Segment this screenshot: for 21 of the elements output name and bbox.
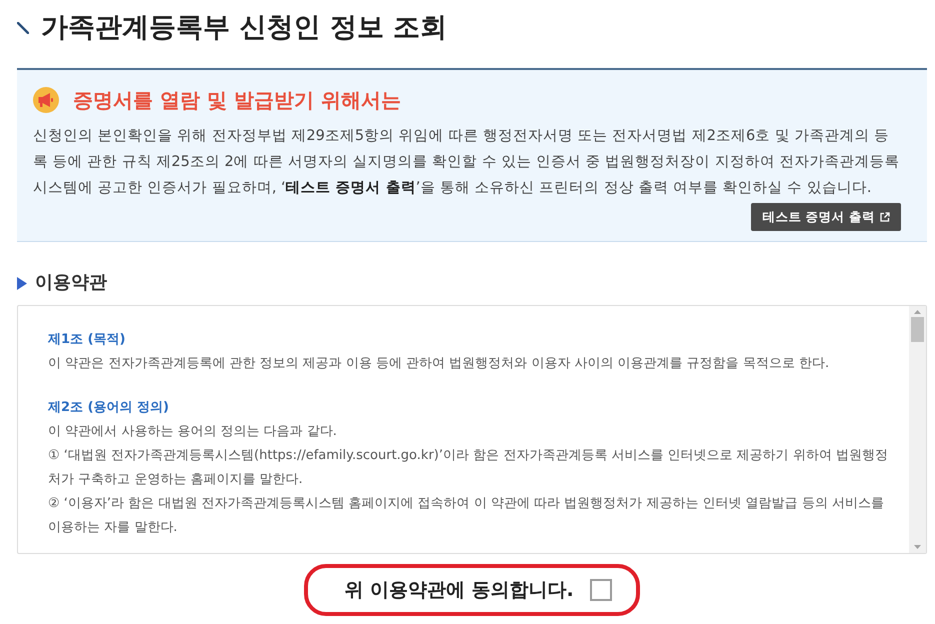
scrollbar-thumb[interactable]	[911, 317, 924, 342]
megaphone-icon	[33, 87, 59, 113]
section-heading: 이용약관	[35, 271, 107, 295]
scroll-down-icon[interactable]	[914, 545, 921, 549]
article-text: ① ‘대법원 전자가족관계등록시스템(https://efamily.scourt.go.kr)’이라 함은 전자가족관계등록 서비스를 인터넷으로 제공하기 위하여 법원행정처가 구축하고 운영하는 홈페이지를 말한다.	[48, 447, 889, 489]
article-text: ② ‘이용자’라 함은 대법원 전자가족관계등록시스템 홈페이지에 접속하여 이 약관에 따라 법원행정처가 제공하는 인터넷 열람발급 등의 서비스를 이용하는 자를 말한다.	[48, 495, 885, 537]
agree-checkbox[interactable]	[590, 579, 612, 601]
triangle-icon	[17, 276, 27, 290]
test-print-button[interactable]: 테스트 증명서 출력	[751, 203, 901, 231]
article-title: 제2조 (용어의 정의)	[48, 399, 170, 417]
article-text: 이 약관은 전자가족관계등록에 관한 정보의 제공과 이용 등에 관하여 법원행정처와 이용자 사이의 이용관계를 규정함을 목적으로 한다.	[48, 355, 830, 373]
notice-heading: 증명서를 열람 및 발급받기 위해서는	[73, 87, 401, 114]
page-title: 가족관계등록부 신청인 정보 조회	[41, 11, 448, 45]
article-text: 이 약관에서 사용하는 용어의 정의는 다음과 같다.	[48, 423, 338, 441]
agree-label: 위 이용약관에 동의합니다.	[344, 578, 574, 603]
article-title: 제1조 (목적)	[48, 331, 126, 349]
external-link-icon	[880, 212, 890, 222]
scrollbar[interactable]	[909, 306, 926, 553]
scroll-up-icon[interactable]	[914, 310, 921, 314]
notice-text: 신청인의 본인확인을 위해 전자정부법 제29조제5항의 위임에 따른 행정전자서명 또는 전자서명법 제2조제6호 및 가족관계의 등록 등에 관한 규칙 제25조의 2에 따른 서명자의 실지명의를 확인할 수 있는 인증서 중 법원행정처장이 지정하여 전자가족관계등록시스템에 공고한 인증서가 필요하며, ‘테스트 증명서 출력’을 통해 소유하신 프린터의 정상 출력 여부를 확인하실 수 있습니다.	[33, 127, 900, 198]
slash-icon	[17, 22, 29, 34]
